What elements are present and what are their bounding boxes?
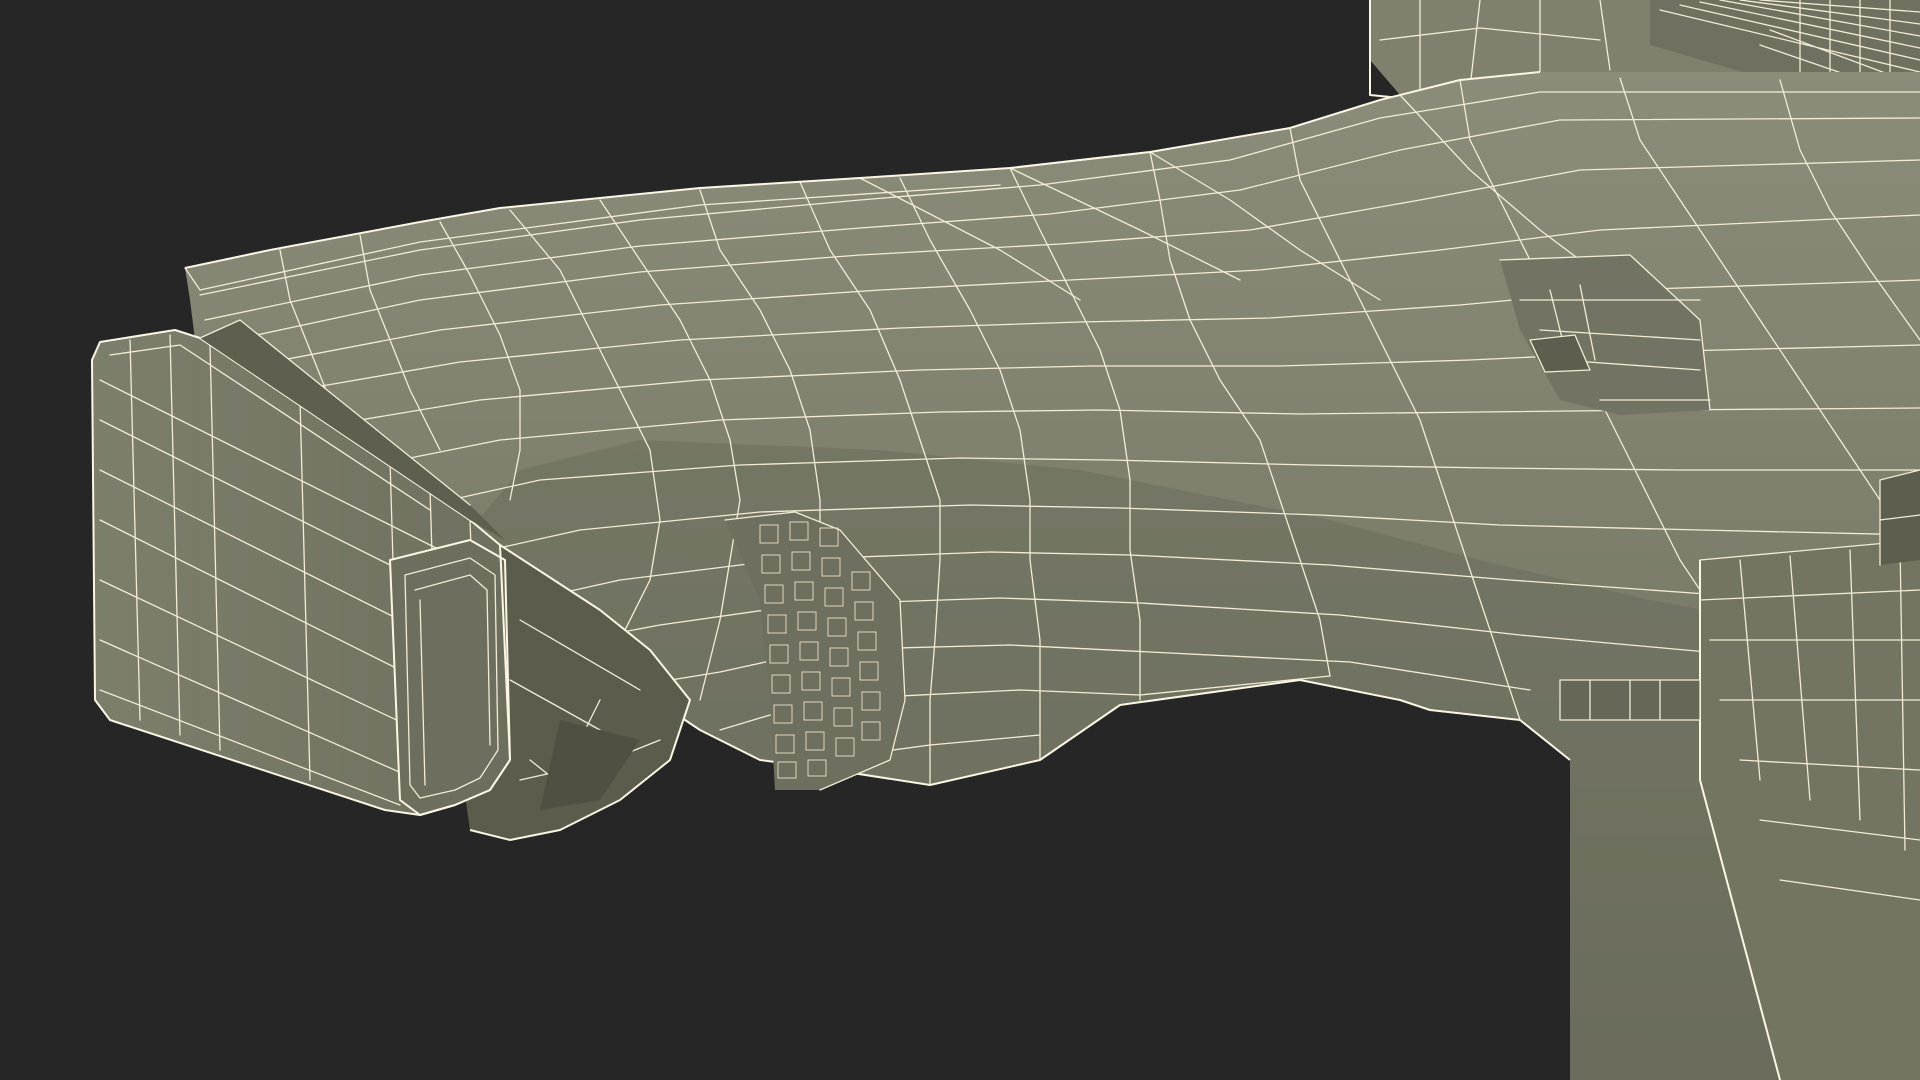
render-viewport xyxy=(0,0,1920,1080)
